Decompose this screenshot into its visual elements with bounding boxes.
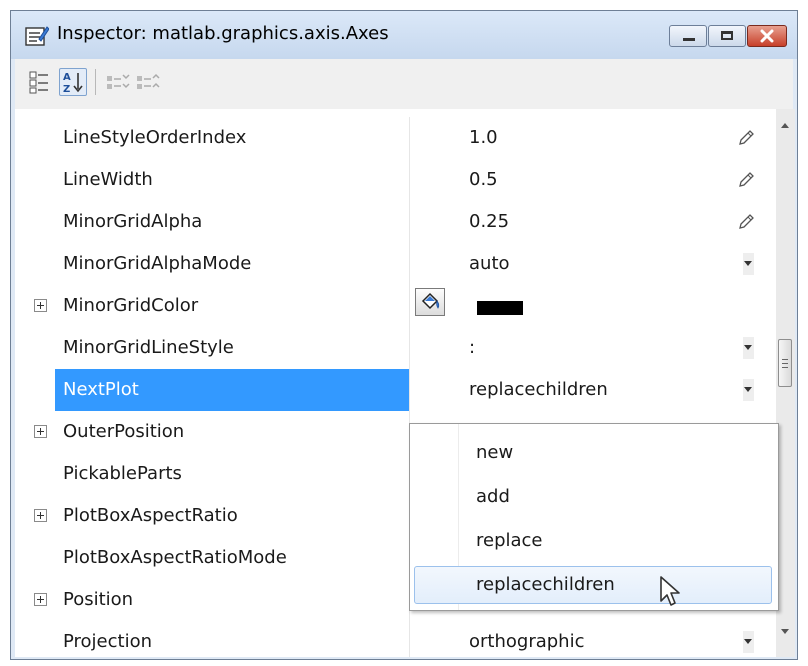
mouse-cursor-icon (660, 576, 680, 606)
inspector-icon (25, 26, 49, 46)
expand-icon[interactable] (34, 299, 47, 312)
color-picker-button[interactable] (415, 288, 445, 316)
column-divider (409, 159, 410, 201)
nextplot-dropdown-list: new add replace replacechildren (409, 423, 779, 611)
property-value[interactable]: 0.5 (469, 159, 498, 201)
expand-all-button[interactable] (103, 68, 131, 96)
close-icon (760, 29, 774, 43)
pencil-icon[interactable] (737, 213, 755, 231)
property-value[interactable]: 1.0 (469, 117, 498, 159)
toolbar-separator (95, 69, 96, 95)
property-name: MinorGridColor (63, 295, 199, 316)
property-row-minorgridlinestyle[interactable]: MinorGridLineStyle : (15, 327, 776, 369)
property-row-minorgridalphamode[interactable]: MinorGridAlphaMode auto (15, 243, 776, 285)
property-row-projection[interactable]: Projection orthographic (15, 621, 776, 657)
categorized-view-button[interactable] (25, 68, 53, 96)
expand-all-icon (107, 74, 130, 89)
sort-alphabetically-icon: A Z (63, 72, 83, 95)
dropdown-arrow-icon[interactable] (743, 379, 754, 401)
close-button[interactable] (747, 25, 787, 47)
collapse-all-icon (137, 73, 160, 89)
title-bar[interactable]: Inspector: matlab.graphics.axis.Axes (11, 11, 797, 59)
property-name: NextPlot (55, 369, 409, 411)
column-divider (409, 369, 410, 411)
scroll-thumb[interactable] (778, 339, 792, 387)
dropdown-option-new[interactable]: new (414, 434, 772, 472)
color-swatch (477, 301, 523, 315)
collapse-all-button[interactable] (133, 68, 161, 96)
column-divider (409, 327, 410, 369)
paint-bucket-icon (421, 292, 440, 310)
dropdown-arrow-icon[interactable] (743, 253, 754, 275)
property-row-linewidth[interactable]: LineWidth 0.5 (15, 159, 776, 201)
property-row-minorgridcolor[interactable]: MinorGridColor (15, 285, 776, 327)
expand-icon[interactable] (34, 425, 47, 438)
property-value[interactable]: orthographic (469, 621, 584, 657)
column-divider (409, 621, 410, 657)
scroll-up-icon[interactable] (781, 123, 789, 128)
dropdown-arrow-icon[interactable] (743, 337, 754, 359)
property-row-linestyleorderindex[interactable]: LineStyleOrderIndex 1.0 (15, 117, 776, 159)
column-divider (409, 243, 410, 285)
scroll-down-icon[interactable] (781, 629, 789, 634)
maximize-button[interactable] (708, 25, 746, 47)
column-divider (409, 117, 410, 159)
property-value[interactable]: replacechildren (469, 369, 608, 411)
toolbar: A Z (15, 59, 793, 110)
svg-text:A: A (63, 72, 71, 83)
column-divider (409, 285, 410, 327)
pencil-icon[interactable] (737, 129, 755, 147)
property-name: MinorGridAlpha (63, 211, 203, 232)
property-row-minorgridalpha[interactable]: MinorGridAlpha 0.25 (15, 201, 776, 243)
expand-icon[interactable] (34, 509, 47, 522)
property-name: LineStyleOrderIndex (63, 127, 247, 148)
property-name: PlotBoxAspectRatio (63, 505, 238, 526)
maximize-icon (721, 31, 733, 40)
svg-text:Z: Z (63, 84, 70, 95)
expand-icon[interactable] (34, 593, 47, 606)
property-name: MinorGridAlphaMode (63, 253, 252, 274)
categorized-view-icon (29, 71, 48, 94)
sort-alphabetically-button[interactable]: A Z (59, 68, 87, 96)
property-value[interactable]: auto (469, 243, 510, 285)
dropdown-option-replacechildren[interactable]: replacechildren (414, 566, 772, 604)
property-name: Position (63, 589, 134, 610)
property-value[interactable]: 0.25 (469, 201, 509, 243)
dropdown-option-add[interactable]: add (414, 478, 772, 516)
property-name: PlotBoxAspectRatioMode (63, 547, 287, 568)
column-divider (409, 201, 410, 243)
dropdown-option-replace[interactable]: replace (414, 522, 772, 560)
minimize-icon (683, 38, 695, 41)
dropdown-arrow-icon[interactable] (743, 631, 754, 653)
pencil-icon[interactable] (737, 171, 755, 189)
property-value[interactable]: : (469, 327, 475, 369)
window-title: Inspector: matlab.graphics.axis.Axes (57, 23, 389, 44)
property-row-nextplot[interactable]: NextPlot replacechildren (15, 369, 776, 411)
minimize-button[interactable] (669, 25, 707, 47)
property-name: OuterPosition (63, 421, 185, 442)
property-name: LineWidth (63, 169, 153, 190)
property-name: Projection (63, 631, 153, 652)
inspector-window: Inspector: matlab.graphics.axis.Axes A Z (10, 10, 798, 660)
property-name: PickableParts (63, 463, 182, 484)
property-name: MinorGridLineStyle (63, 337, 234, 358)
